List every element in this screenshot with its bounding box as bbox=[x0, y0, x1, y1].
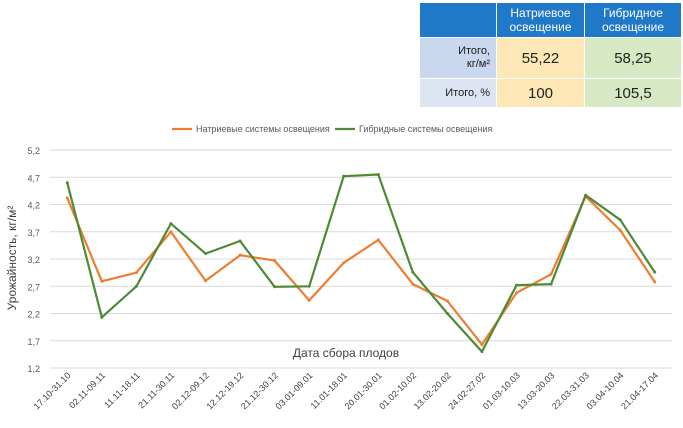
data-point bbox=[100, 279, 104, 283]
data-point bbox=[618, 228, 622, 232]
data-point bbox=[342, 174, 346, 178]
data-point bbox=[549, 272, 553, 276]
x-axis-label: Дата сбора плодов bbox=[293, 346, 399, 360]
data-point bbox=[376, 238, 380, 242]
y-tick-label: 2,7 bbox=[27, 282, 40, 292]
y-tick-label: 4,2 bbox=[27, 201, 40, 211]
chart-series bbox=[65, 173, 657, 354]
data-point bbox=[204, 279, 207, 283]
y-axis-label: Урожайность, кг/м² bbox=[5, 206, 19, 311]
series-line-2 bbox=[66, 173, 656, 353]
data-point bbox=[65, 196, 69, 200]
data-point bbox=[134, 284, 138, 288]
data-point bbox=[445, 312, 449, 315]
data-point bbox=[342, 261, 346, 265]
y-tick-label: 3,7 bbox=[27, 228, 40, 238]
data-point bbox=[515, 283, 518, 287]
data-point bbox=[65, 181, 69, 185]
data-point bbox=[653, 280, 657, 284]
data-point bbox=[204, 252, 207, 256]
data-point bbox=[273, 259, 277, 263]
data-point bbox=[584, 193, 588, 197]
data-point bbox=[411, 270, 415, 274]
data-point bbox=[307, 284, 311, 288]
data-point bbox=[549, 282, 553, 286]
data-point bbox=[480, 343, 484, 347]
y-tick-label: 2,2 bbox=[27, 310, 40, 320]
x-tick-labels: 17.10-31.1002.11-09.1111.11-18.1121.11-3… bbox=[32, 370, 660, 411]
data-point bbox=[653, 270, 657, 274]
data-point bbox=[169, 222, 173, 226]
chart-grid bbox=[50, 149, 672, 369]
data-point bbox=[307, 298, 311, 302]
data-point bbox=[618, 218, 622, 222]
y-tick-label: 1,7 bbox=[27, 337, 40, 347]
data-point bbox=[134, 271, 138, 275]
legend-label-2: Гибридные системы освещения bbox=[359, 124, 492, 134]
x-tick-label: 03.01-09.01 bbox=[274, 370, 315, 411]
data-point bbox=[169, 230, 173, 234]
data-point bbox=[273, 285, 277, 289]
chart-legend: Натриевые системы освещения Гибридные сис… bbox=[172, 124, 492, 134]
data-point bbox=[515, 291, 518, 295]
x-tick-label: 17.10-31.10 bbox=[32, 370, 73, 411]
legend-label-1: Натриевые системы освещения bbox=[196, 124, 330, 134]
series-line-1 bbox=[66, 195, 656, 346]
data-point bbox=[411, 282, 415, 286]
yield-line-chart: 5,24,74,23,73,22,72,21,71,2 17.10-31.100… bbox=[5, 124, 672, 411]
data-point bbox=[445, 299, 449, 303]
x-tick-label: 21.04-17.04 bbox=[619, 370, 660, 411]
y-tick-label: 5,2 bbox=[27, 146, 40, 156]
data-point bbox=[480, 350, 484, 354]
y-tick-labels: 5,2 4,7 4,2 3,7 3,2 2,7 2,2 1,7 1,2 bbox=[27, 146, 40, 374]
data-point bbox=[376, 173, 380, 177]
data-point bbox=[100, 315, 104, 319]
data-point bbox=[238, 253, 242, 257]
data-point bbox=[238, 239, 242, 243]
x-tick-label: 02.11-09.11 bbox=[67, 370, 107, 410]
y-tick-label: 4,7 bbox=[27, 173, 40, 183]
y-tick-label: 3,2 bbox=[27, 255, 40, 265]
y-tick-label: 1,2 bbox=[27, 364, 40, 374]
